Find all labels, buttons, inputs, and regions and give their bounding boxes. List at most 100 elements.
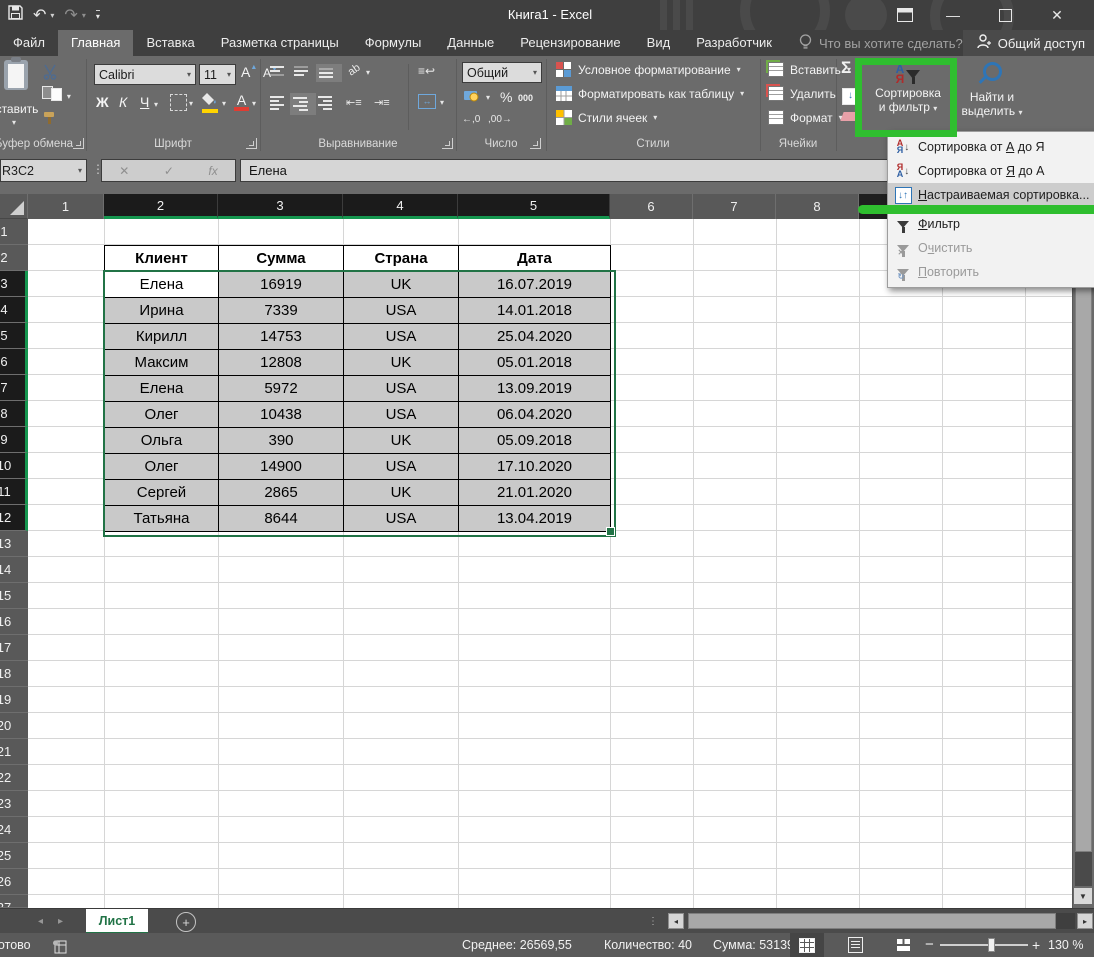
row-header-25[interactable]: 25 [0, 843, 28, 869]
ribbon-tab-Рецензирование[interactable]: Рецензирование [507, 30, 633, 56]
add-sheet-icon[interactable]: + [176, 912, 196, 932]
undo-icon[interactable]: ↶ [33, 5, 46, 25]
underline-button[interactable]: Ч [140, 94, 149, 110]
menu-item-сортировка-от-а-до-я[interactable]: АЯ↓Сортировка от А до Я [888, 135, 1094, 159]
table-cell[interactable]: UK [343, 479, 459, 506]
maximize-button[interactable] [985, 0, 1025, 30]
clear-button[interactable] [840, 112, 859, 121]
row-header-10[interactable]: 10 [0, 453, 28, 479]
status-count[interactable]: Количество: 40 [604, 933, 692, 957]
sheet-tab[interactable]: Лист1 [86, 909, 148, 934]
row-header-17[interactable]: 17 [0, 635, 28, 661]
paste-dropdown-icon[interactable]: ▾ [12, 118, 16, 127]
table-cell[interactable]: Ольга [104, 427, 219, 454]
align-top-icon[interactable] [270, 66, 284, 76]
table-cell[interactable]: 14753 [218, 323, 344, 350]
borders-button[interactable] [170, 94, 187, 111]
row-header-2[interactable]: 2 [0, 245, 28, 271]
fill-color-dropdown-icon[interactable]: ▾ [222, 99, 226, 108]
zoom-level[interactable]: 130 % [1048, 933, 1083, 957]
format-painter-button[interactable] [42, 110, 58, 131]
table-cell[interactable]: USA [343, 323, 459, 350]
orientation-dropdown-icon[interactable]: ▾ [366, 68, 370, 77]
row-header-1[interactable]: 1 [0, 219, 28, 245]
column-header-5[interactable]: 5 [458, 194, 610, 219]
format-cells-button[interactable]: Формат▾ [768, 110, 843, 125]
row-header-6[interactable]: 6 [0, 349, 28, 375]
zoom-slider-track[interactable] [940, 944, 1028, 946]
close-button[interactable]: ✕ [1037, 0, 1077, 30]
customize-qat-icon[interactable]: ▾ [96, 10, 100, 21]
row-header-27[interactable]: 27 [0, 895, 28, 908]
row-header-18[interactable]: 18 [0, 661, 28, 687]
italic-button[interactable]: К [119, 94, 127, 110]
align-bottom-icon[interactable] [316, 64, 342, 82]
table-header-cell[interactable]: Клиент [104, 245, 219, 272]
table-cell[interactable]: 13.09.2019 [458, 375, 611, 402]
table-cell[interactable]: Олег [104, 401, 219, 428]
underline-dropdown-icon[interactable]: ▾ [154, 100, 158, 109]
merge-center-icon[interactable]: ↔ [418, 94, 436, 109]
table-cell[interactable]: Татьяна [104, 505, 219, 532]
table-cell[interactable]: Олег [104, 453, 219, 480]
table-cell[interactable]: 5972 [218, 375, 344, 402]
scroll-right-icon[interactable]: ▸ [1077, 913, 1093, 929]
name-box-dropdown-icon[interactable]: ▾ [78, 166, 86, 175]
table-header-cell[interactable]: Страна [343, 245, 459, 272]
page-break-view-button[interactable] [886, 933, 920, 957]
column-header-7[interactable]: 7 [693, 194, 776, 219]
align-right-icon[interactable] [318, 96, 332, 110]
row-header-7[interactable]: 7 [0, 375, 28, 401]
row-header-11[interactable]: 11 [0, 479, 28, 505]
copy-button[interactable]: ▾ [42, 86, 71, 104]
row-header-23[interactable]: 23 [0, 791, 28, 817]
row-header-12[interactable]: 12 [0, 505, 28, 531]
page-layout-view-button[interactable] [838, 933, 872, 957]
table-cell[interactable]: 7339 [218, 297, 344, 324]
table-cell[interactable]: Елена [104, 375, 219, 402]
vertical-scrollbar-thumb[interactable] [1075, 197, 1092, 852]
align-center-icon[interactable] [290, 93, 316, 115]
accounting-format-icon[interactable] [464, 89, 482, 107]
table-cell[interactable]: 8644 [218, 505, 344, 532]
menu-item-фильтр[interactable]: Фильтр [888, 212, 1094, 236]
ribbon-tab-Файл[interactable]: Файл [0, 30, 58, 56]
decrease-decimal-icon[interactable]: ,00→ [488, 114, 512, 125]
undo-dropdown-icon[interactable]: ▾ [50, 11, 54, 20]
increase-indent-icon[interactable]: ⇥≡ [374, 96, 390, 109]
row-header-5[interactable]: 5 [0, 323, 28, 349]
format-as-table-button[interactable]: Форматировать как таблицу▾ [556, 86, 744, 101]
row-header-19[interactable]: 19 [0, 687, 28, 713]
table-header-cell[interactable]: Сумма [218, 245, 344, 272]
table-cell[interactable]: 10438 [218, 401, 344, 428]
column-header-6[interactable]: 6 [610, 194, 693, 219]
horizontal-scrollbar-thumb[interactable] [688, 913, 1056, 929]
bold-button[interactable]: Ж [96, 94, 109, 110]
row-header-24[interactable]: 24 [0, 817, 28, 843]
increase-font-icon[interactable]: А▲ [241, 64, 257, 80]
table-cell[interactable]: 25.04.2020 [458, 323, 611, 350]
table-cell[interactable]: 21.01.2020 [458, 479, 611, 506]
ribbon-tab-Формулы[interactable]: Формулы [352, 30, 435, 56]
menu-item-настраиваемая-сортировка-[interactable]: ↓↑Настраиваемая сортировка... [888, 183, 1094, 207]
font-color-dropdown-icon[interactable]: ▾ [252, 99, 256, 108]
share-button[interactable]: Общий доступ [963, 30, 1094, 56]
minimize-button[interactable]: — [933, 0, 973, 30]
percent-style-button[interactable]: % [500, 89, 512, 105]
row-header-15[interactable]: 15 [0, 583, 28, 609]
zoom-out-icon[interactable]: − [925, 933, 934, 957]
cell-styles-button[interactable]: Стили ячеек▾ [556, 110, 657, 125]
table-cell[interactable]: 05.01.2018 [458, 349, 611, 376]
redo-dropdown-icon[interactable]: ▾ [82, 11, 86, 20]
zoom-in-icon[interactable]: + [1032, 933, 1040, 957]
table-cell[interactable]: Ирина [104, 297, 219, 324]
vertical-scrollbar-track[interactable] [1075, 852, 1092, 886]
scroll-down-icon[interactable]: ▼ [1074, 888, 1092, 904]
table-cell[interactable]: USA [343, 401, 459, 428]
table-cell[interactable]: USA [343, 453, 459, 480]
table-cell[interactable]: 390 [218, 427, 344, 454]
decrease-indent-icon[interactable]: ⇤≡ [346, 96, 362, 109]
comma-style-button[interactable]: 000 [518, 93, 533, 103]
delete-cells-button[interactable]: Удалить▾ [768, 86, 846, 101]
scroll-left-icon[interactable]: ◂ [668, 913, 684, 929]
